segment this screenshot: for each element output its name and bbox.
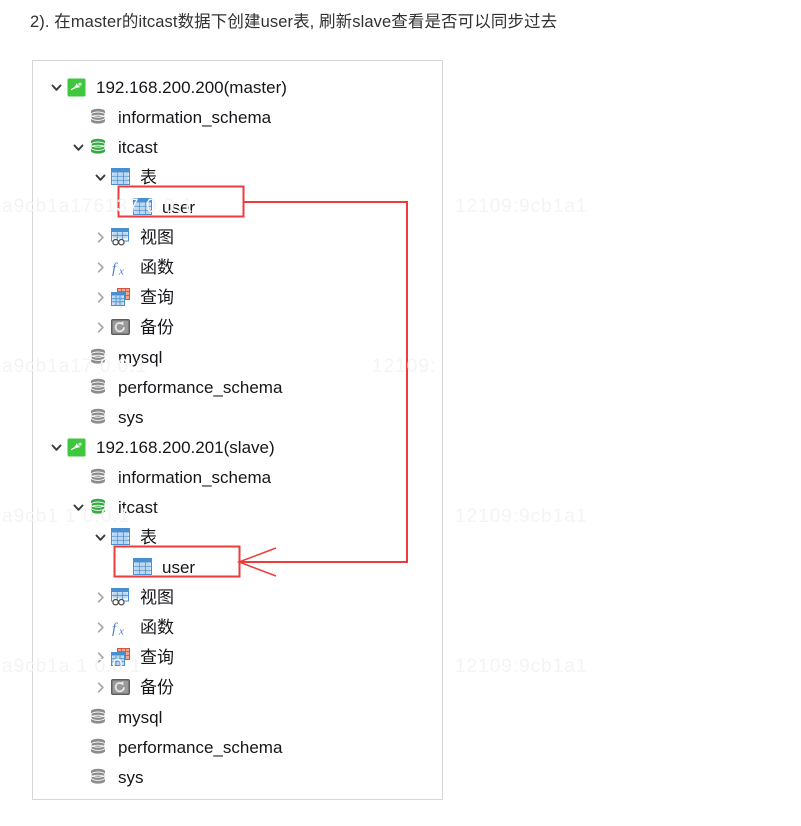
table-icon bbox=[133, 558, 155, 578]
database-tree-panel: 192.168.200.200(master) information_sche… bbox=[32, 60, 443, 800]
tree-item-sys[interactable]: sys bbox=[33, 403, 442, 433]
tree-item-查询[interactable]: 查询 bbox=[33, 283, 442, 313]
view-icon bbox=[111, 588, 133, 608]
tree-item-label: 函数 bbox=[140, 618, 174, 637]
tree-item-备份[interactable]: 备份 bbox=[33, 313, 442, 343]
watermark-text: 12109:9cb1a1 bbox=[455, 506, 588, 527]
tree-item-视图[interactable]: 视图 bbox=[33, 583, 442, 613]
chevron-right-icon[interactable] bbox=[89, 621, 111, 634]
watermark-text: a9cb1a 1 0.0.1 bbox=[2, 656, 142, 677]
tree-item-label: 视图 bbox=[140, 228, 174, 247]
chevron-down-icon[interactable] bbox=[45, 441, 67, 454]
chevron-right-icon[interactable] bbox=[89, 231, 111, 244]
tree-item-performance_schema[interactable]: performance_schema bbox=[33, 733, 442, 763]
chevron-down-icon[interactable] bbox=[89, 171, 111, 184]
database-closed-icon bbox=[89, 378, 111, 398]
chevron-right-icon[interactable] bbox=[89, 291, 111, 304]
database-open-icon bbox=[89, 138, 111, 158]
chevron-down-icon[interactable] bbox=[89, 531, 111, 544]
tree-item-mysql[interactable]: mysql bbox=[33, 703, 442, 733]
tree-item-label: mysql bbox=[118, 708, 163, 727]
tree-item-192168200201slave[interactable]: 192.168.200.201(slave) bbox=[33, 433, 442, 463]
watermark-text: 12109:9cb1a1 bbox=[455, 196, 588, 217]
table-folder-icon bbox=[111, 528, 133, 548]
tree-item-视图[interactable]: 视图 bbox=[33, 223, 442, 253]
query-icon bbox=[111, 288, 133, 308]
table-folder-icon bbox=[111, 168, 133, 188]
function-icon: f x bbox=[111, 258, 133, 278]
database-closed-icon bbox=[89, 468, 111, 488]
tree-item-label: 查询 bbox=[140, 648, 174, 667]
tree-item-label: information_schema bbox=[118, 108, 272, 127]
tree-item-information_schema[interactable]: information_schema bbox=[33, 103, 442, 133]
backup-icon bbox=[111, 318, 133, 338]
tree-item-label: sys bbox=[118, 408, 144, 427]
tree-item-label: user bbox=[162, 558, 196, 577]
watermark-text: a9cb1a176137 0.0.1 bbox=[2, 196, 194, 217]
tree-item-label: 表 bbox=[140, 528, 157, 547]
database-closed-icon bbox=[89, 738, 111, 758]
watermark-text: a9cb1 1 0.0.1 bbox=[2, 506, 131, 527]
svg-text:x: x bbox=[118, 266, 124, 278]
chevron-right-icon[interactable] bbox=[89, 681, 111, 694]
tree-item-192168200200master[interactable]: 192.168.200.200(master) bbox=[33, 73, 442, 103]
tree-item-itcast[interactable]: itcast bbox=[33, 133, 442, 163]
chevron-right-icon[interactable] bbox=[89, 321, 111, 334]
mysql-server-icon bbox=[67, 78, 89, 98]
tree-item-label: performance_schema bbox=[118, 378, 283, 397]
tree-item-label: 192.168.200.200(master) bbox=[96, 78, 287, 97]
tree-item-label: 函数 bbox=[140, 258, 174, 277]
database-closed-icon bbox=[89, 108, 111, 128]
chevron-right-icon[interactable] bbox=[89, 591, 111, 604]
watermark-text: 12109:9cb1a1 bbox=[455, 656, 588, 677]
tree-item-label: 视图 bbox=[140, 588, 174, 607]
tree-item-user[interactable]: user bbox=[33, 553, 442, 583]
tree-item-函数[interactable]: f x 函数 bbox=[33, 253, 442, 283]
tree-item-label: 查询 bbox=[140, 288, 174, 307]
tree-item-表[interactable]: 表 bbox=[33, 163, 442, 193]
backup-icon bbox=[111, 678, 133, 698]
tree-item-label: 表 bbox=[140, 168, 157, 187]
tree-item-label: 192.168.200.201(slave) bbox=[96, 438, 275, 457]
tree-item-sys[interactable]: sys bbox=[33, 763, 442, 793]
svg-text:f: f bbox=[112, 261, 118, 277]
tree-item-information_schema[interactable]: information_schema bbox=[33, 463, 442, 493]
tree-item-label: 备份 bbox=[140, 678, 174, 697]
tree-item-label: information_schema bbox=[118, 468, 272, 487]
page-title: 2). 在master的itcast数据下创建user表, 刷新slave查看是… bbox=[30, 13, 558, 31]
database-closed-icon bbox=[89, 408, 111, 428]
watermark-text: 12109: bbox=[372, 356, 437, 377]
tree-item-label: performance_schema bbox=[118, 738, 283, 757]
chevron-down-icon[interactable] bbox=[67, 141, 89, 154]
svg-text:x: x bbox=[118, 626, 124, 638]
function-icon: f x bbox=[111, 618, 133, 638]
watermark-text: a9cb1a17 0.0.1 bbox=[2, 356, 148, 377]
tree-item-label: 备份 bbox=[140, 318, 174, 337]
view-icon bbox=[111, 228, 133, 248]
tree-item-label: itcast bbox=[118, 138, 158, 157]
svg-text:f: f bbox=[112, 621, 118, 637]
tree-item-label: sys bbox=[118, 768, 144, 787]
mysql-server-icon bbox=[67, 438, 89, 458]
chevron-right-icon[interactable] bbox=[89, 261, 111, 274]
database-closed-icon bbox=[89, 708, 111, 728]
database-closed-icon bbox=[89, 768, 111, 788]
chevron-down-icon[interactable] bbox=[45, 81, 67, 94]
tree-item-函数[interactable]: f x 函数 bbox=[33, 613, 442, 643]
